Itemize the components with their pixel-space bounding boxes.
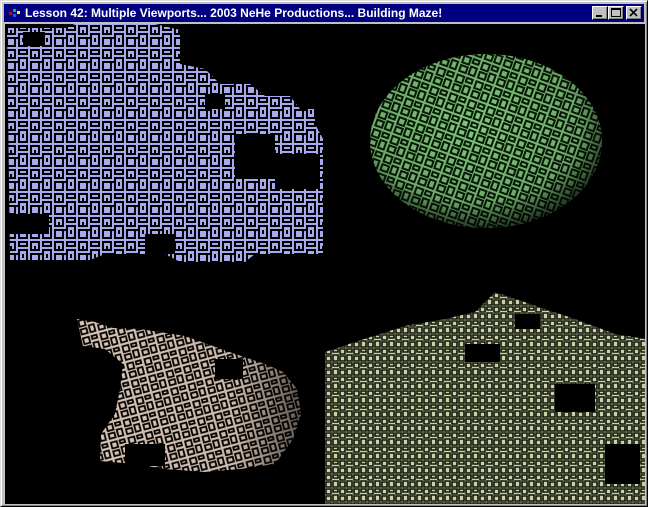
maximize-button[interactable] bbox=[608, 6, 624, 20]
perspective-plane-maze-view bbox=[325, 264, 645, 504]
close-icon bbox=[629, 8, 638, 17]
flat-maze-view bbox=[5, 24, 325, 264]
opengl-app-icon bbox=[7, 7, 21, 19]
caption-buttons bbox=[592, 6, 642, 20]
app-window: Lesson 42: Multiple Viewports... 2003 Ne… bbox=[0, 0, 648, 507]
opengl-canvas[interactable] bbox=[5, 24, 645, 504]
maximize-icon bbox=[611, 8, 621, 17]
minimize-icon bbox=[596, 15, 602, 17]
close-button[interactable] bbox=[626, 6, 642, 20]
title-bar[interactable]: Lesson 42: Multiple Viewports... 2003 Ne… bbox=[4, 4, 644, 22]
minimize-button[interactable] bbox=[592, 6, 608, 20]
sphere-maze-view bbox=[325, 24, 645, 264]
window-title: Lesson 42: Multiple Viewports... 2003 Ne… bbox=[25, 6, 443, 20]
cylinder-maze-view bbox=[5, 264, 325, 504]
